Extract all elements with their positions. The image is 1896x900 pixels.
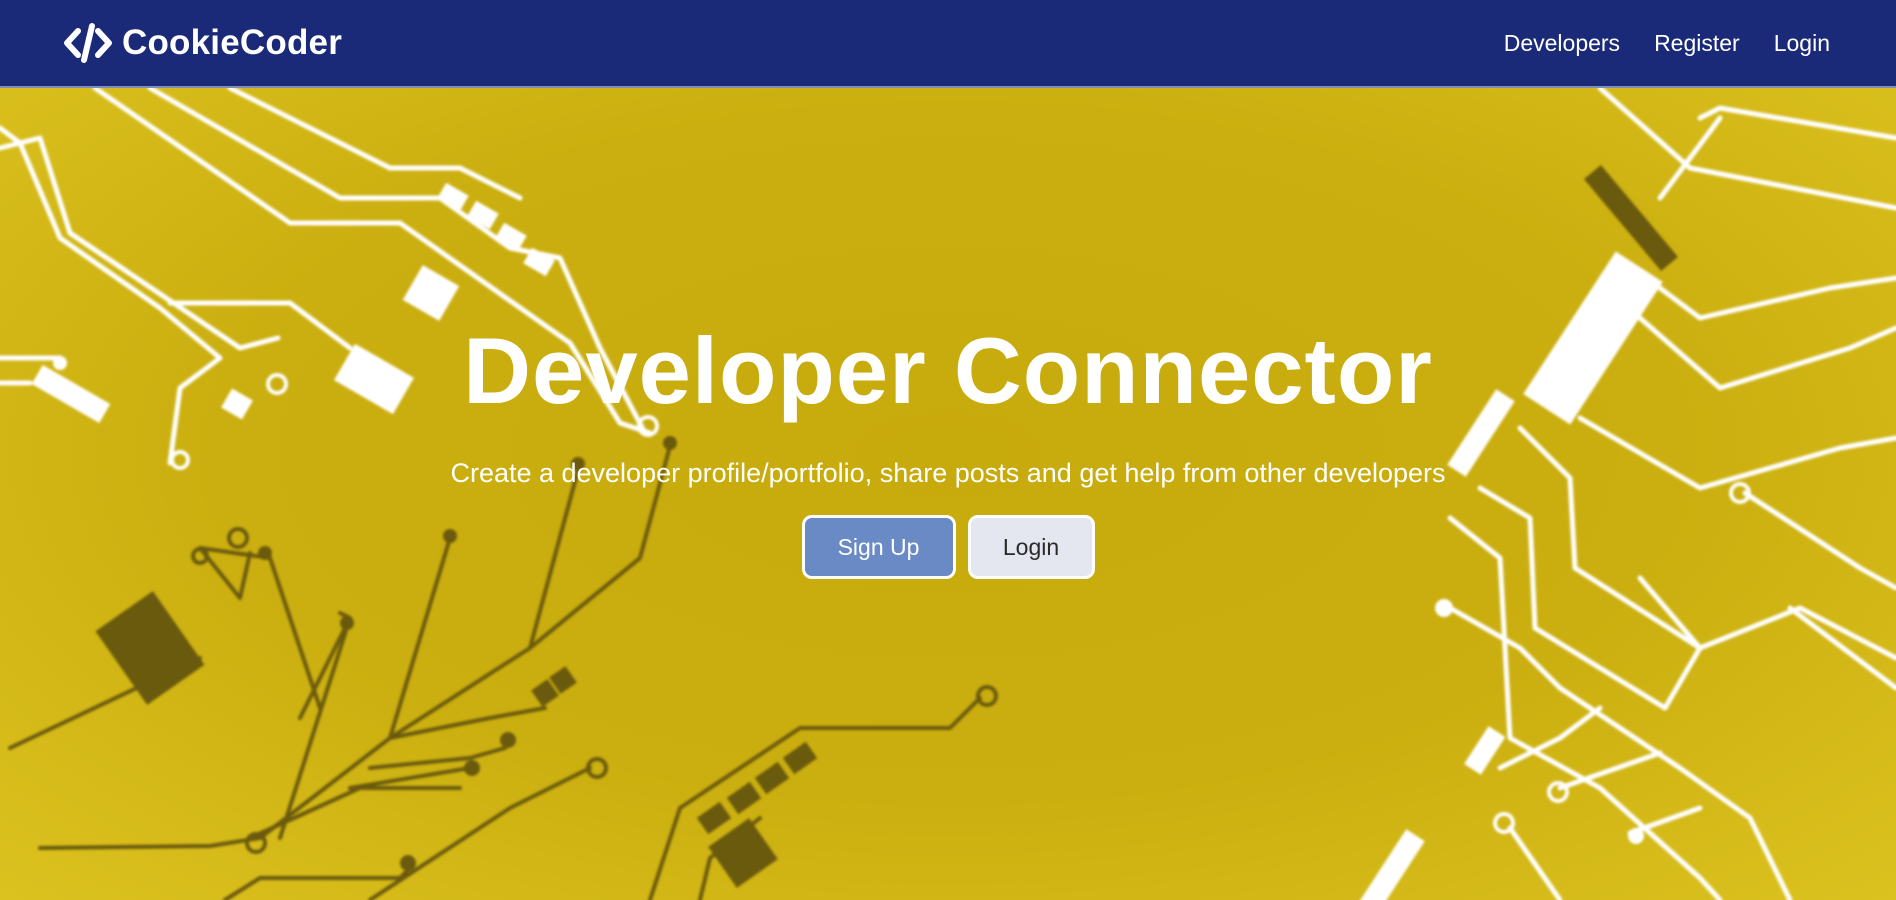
sign-up-button[interactable]: Sign Up <box>801 515 956 579</box>
hero-lead: Create a developer profile/portfolio, sh… <box>450 458 1446 488</box>
nav-link-developers[interactable]: Developers <box>1504 30 1620 57</box>
nav-link-register[interactable]: Register <box>1654 30 1740 57</box>
brand-link[interactable]: CookieCoder <box>64 23 342 63</box>
navbar: CookieCoder Developers Register Login <box>0 0 1896 88</box>
login-button[interactable]: Login <box>967 515 1095 579</box>
brand-label: CookieCoder <box>122 23 343 62</box>
nav-link-login[interactable]: Login <box>1774 30 1830 57</box>
nav-links: Developers Register Login <box>1504 30 1830 57</box>
landing-section: Developer Connector Create a developer p… <box>0 88 1896 900</box>
hero: Developer Connector Create a developer p… <box>0 88 1896 900</box>
hero-title: Developer Connector <box>463 318 1433 423</box>
code-icon <box>64 23 112 63</box>
hero-buttons: Sign Up Login <box>801 515 1095 579</box>
